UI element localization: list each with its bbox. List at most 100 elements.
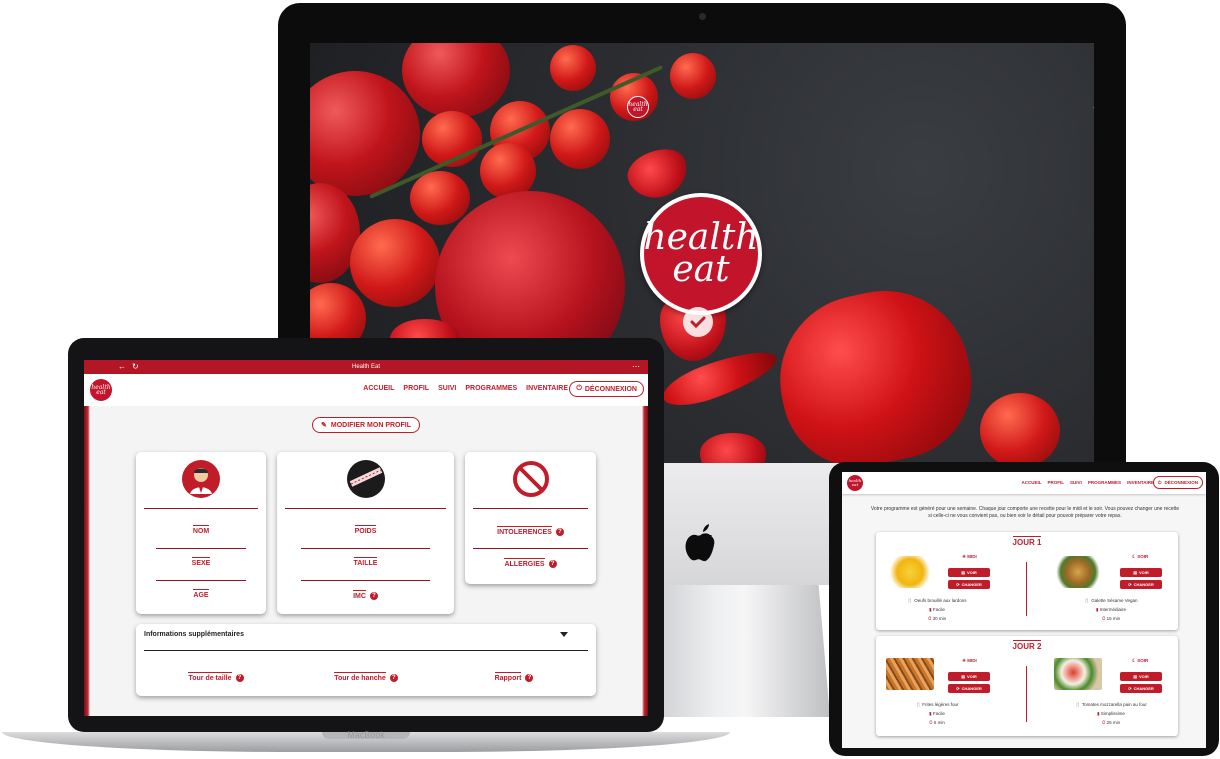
caret-down-icon[interactable] (560, 632, 568, 637)
logo-text-line2: eat (633, 106, 643, 113)
day-card: JOUR 2 ☀ MIDI ▤ VOIR ⟳ CHANGER 🍴 Frites lé… (876, 636, 1178, 736)
divider (285, 508, 446, 509)
check-icon (690, 316, 706, 328)
user-avatar-icon (182, 460, 220, 498)
change-recipe-button[interactable]: ⟳ CHANGER (1120, 684, 1162, 693)
programme-intro: Votre programme est généré pour une sema… (870, 506, 1180, 519)
nav-accueil[interactable]: ACCUEIL (363, 385, 394, 392)
recipe-name: 🍴 Galette Sésame Vegan (1084, 598, 1138, 603)
extra-info-panel[interactable]: Informations supplémentaires Tour de tai… (136, 624, 596, 696)
nav-programmes[interactable]: PROGRAMMES (1088, 480, 1121, 485)
change-recipe-button[interactable]: ⟳ CHANGER (1120, 580, 1162, 589)
midi-label: ☀ MIDI (962, 554, 977, 559)
divider (156, 548, 246, 549)
tomato-image (980, 393, 1060, 463)
recipe-level: ▮ Intermédiaire (1096, 607, 1126, 612)
hero-logo-line2: eat (672, 249, 730, 290)
health-eat-hero-logo: health eat (640, 193, 762, 315)
dish-image-eggs[interactable] (886, 556, 934, 588)
edit-profile-button[interactable]: ✎ MODIFIER MON PROFIL (312, 417, 420, 433)
ipad-menu: ACCUEIL PROFIL SUIVI PROGRAMMES INVENTAI… (1022, 480, 1154, 485)
allergies-field[interactable]: ALLERGIES? (465, 557, 596, 568)
nav-profil[interactable]: PROFIL (403, 385, 429, 392)
pencil-icon: ✎ (321, 422, 327, 429)
day-title: JOUR 2 (1012, 640, 1042, 651)
intolerances-field[interactable]: INTOLERENCES? (465, 525, 596, 536)
view-recipe-button[interactable]: ▤ VOIR (1120, 672, 1162, 681)
recipe-time: ⏱ 30 min (927, 616, 947, 621)
recipe-name: 🍴 Oeufs brouillé aux lardons (907, 598, 967, 603)
nav-profil[interactable]: PROFIL (1048, 480, 1065, 485)
macbook-brand-label: MacBook (347, 730, 385, 740)
view-recipe-button[interactable]: ▤ VOIR (948, 672, 990, 681)
diet-restrictions-card: INTOLERENCES? ALLERGIES? (465, 452, 596, 584)
height-field[interactable]: TAILLE (277, 557, 454, 567)
refresh-icon: ⟳ (1128, 582, 1132, 587)
nav-accueil[interactable]: ACCUEIL (1093, 101, 1094, 110)
view-recipe-button[interactable]: ▤ VOIR (1120, 568, 1162, 577)
divider (301, 548, 430, 549)
tape-measure-icon (346, 460, 385, 498)
ratio-field[interactable]: Rapport? (284, 671, 648, 682)
identity-card: NOM SEXE AGE (136, 452, 266, 614)
nav-suivi[interactable]: SUIVI (438, 385, 456, 392)
refresh-icon: ⟳ (1128, 686, 1132, 691)
macbook-screen-profile: ← ↻ Health Eat ⋯ health eat ACCUEIL PROF… (84, 360, 648, 716)
divider (156, 580, 246, 581)
divider (1026, 562, 1027, 616)
recipe-level: ▮ Simplissime (1097, 711, 1125, 716)
logout-button[interactable]: ⏻ DÉCONNEXION (1152, 476, 1203, 489)
nav-programmes[interactable]: PROGRAMMES (465, 385, 517, 392)
recipe-time: ⏱ 15 min (1101, 616, 1121, 621)
nav-suivi[interactable]: SUIVI (1070, 480, 1082, 485)
help-icon[interactable]: ? (369, 592, 378, 600)
recipe-name: 🍴 Tomates mozzarella pain au four (1075, 702, 1147, 707)
health-eat-logo[interactable]: health eat (90, 379, 112, 401)
age-field[interactable]: AGE (136, 589, 266, 599)
book-icon: ▤ (961, 674, 965, 679)
recipe-time: ⏱ 25 min (1101, 720, 1121, 725)
tomato-image (550, 109, 610, 169)
logout-button[interactable]: ⏻ DÉCONNEXION (569, 381, 644, 397)
browser-titlebar: ← ↻ Health Eat ⋯ (84, 360, 648, 374)
nav-inventaire[interactable]: INVENTAIRE (526, 385, 568, 392)
health-eat-logo[interactable]: health eat (847, 475, 863, 491)
sex-field[interactable]: SEXE (136, 557, 266, 567)
view-recipe-button[interactable]: ▤ VOIR (948, 568, 990, 577)
apple-image (310, 71, 420, 196)
change-recipe-button[interactable]: ⟳ CHANGER (948, 684, 990, 693)
name-field[interactable]: NOM (136, 525, 266, 535)
dish-image-fries[interactable] (886, 658, 934, 690)
imac-camera (699, 13, 706, 20)
bell-pepper-image (764, 275, 986, 463)
help-icon[interactable]: ? (525, 674, 534, 682)
more-options-icon[interactable]: ⋯ (632, 360, 640, 374)
imac-menu: ACCUEIL PROFIL SUIVI PROGRAMMES INVENTAI… (1093, 101, 1094, 110)
day-title: JOUR 1 (1012, 536, 1042, 547)
weight-field[interactable]: POIDS (277, 525, 454, 535)
help-icon[interactable]: ? (548, 560, 557, 568)
change-recipe-button[interactable]: ⟳ CHANGER (948, 580, 990, 589)
bmi-field[interactable]: IMC? (277, 589, 454, 600)
nav-accueil[interactable]: ACCUEIL (1022, 480, 1042, 485)
scroll-down-button[interactable] (683, 307, 713, 337)
health-eat-logo[interactable]: health eat (627, 96, 649, 118)
divider (301, 580, 430, 581)
profile-page: ✎ MODIFIER MON PROFIL NOM SEXE AGE POIDS… (84, 406, 648, 716)
logo-text-line2: eat (96, 389, 106, 396)
apple-logo-icon (685, 524, 715, 562)
recipe-name: 🍴 Frites légères four (915, 702, 959, 707)
help-icon[interactable]: ? (555, 528, 564, 536)
divider (144, 508, 258, 509)
logout-label: DÉCONNEXION (1164, 480, 1198, 485)
book-icon: ▤ (1133, 570, 1137, 575)
dish-image-galette[interactable] (1054, 556, 1102, 588)
nav-inventaire[interactable]: INVENTAIRE (1127, 480, 1154, 485)
back-arrow-icon[interactable]: ← (118, 360, 126, 374)
divider (144, 650, 588, 651)
tomato-image (550, 45, 596, 91)
power-icon: ⏻ (1157, 480, 1162, 485)
reload-icon[interactable]: ↻ (132, 360, 139, 374)
dish-image-tomato-mozzarella[interactable] (1054, 658, 1102, 690)
day-card: JOUR 1 ☀ MIDI ▤ VOIR ⟳ CHANGER 🍴 Oeufs bro… (876, 532, 1178, 630)
